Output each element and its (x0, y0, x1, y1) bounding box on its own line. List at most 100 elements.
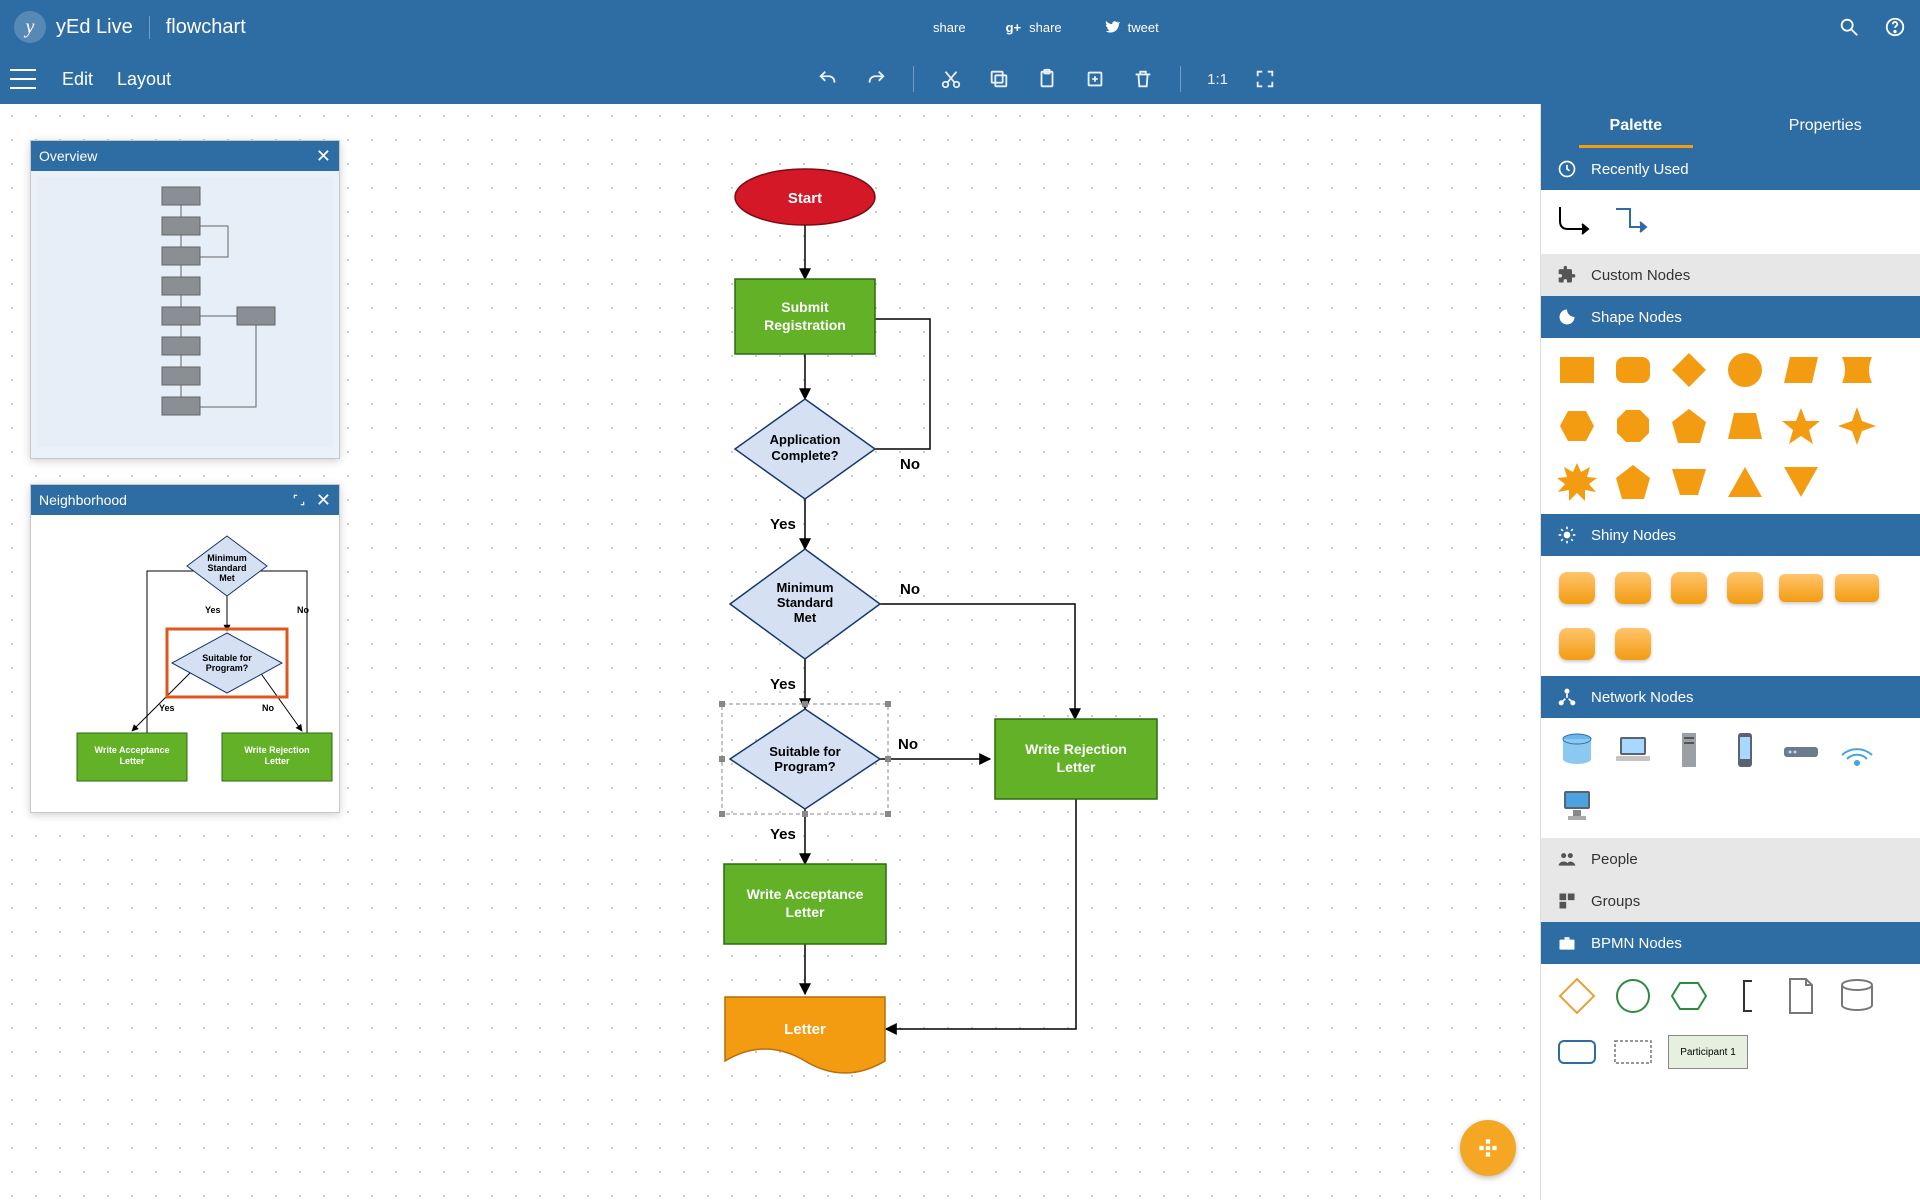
bpmn-participant[interactable]: Participant 1 (1667, 1030, 1749, 1074)
bpmn-task[interactable] (1555, 1030, 1599, 1074)
shape-pentagon[interactable] (1667, 404, 1711, 448)
help-icon[interactable] (1884, 16, 1906, 38)
delete-button[interactable] (1126, 62, 1160, 96)
shape-rect[interactable] (1555, 348, 1599, 392)
shape-hexagon[interactable] (1555, 404, 1599, 448)
section-shape-label: Shape Nodes (1591, 309, 1682, 326)
recent-edge-ortho[interactable] (1611, 200, 1655, 244)
network-laptop[interactable] (1611, 728, 1655, 772)
groups-icon (1557, 891, 1577, 911)
network-pc[interactable] (1555, 784, 1599, 828)
moon-icon (1557, 307, 1577, 327)
section-recent[interactable]: Recently Used (1541, 148, 1920, 190)
tab-properties[interactable]: Properties (1731, 104, 1920, 148)
section-people-label: People (1591, 851, 1638, 868)
puzzle-icon (1557, 265, 1577, 285)
shiny-8[interactable] (1611, 622, 1655, 666)
shape-triangle-down[interactable] (1779, 460, 1823, 504)
section-groups-label: Groups (1591, 893, 1640, 910)
sun-icon (1557, 525, 1577, 545)
section-shiny[interactable]: Shiny Nodes (1541, 514, 1920, 556)
menu-edit[interactable]: Edit (50, 69, 105, 90)
section-recent-label: Recently Used (1591, 161, 1689, 178)
shiny-7[interactable] (1555, 622, 1599, 666)
tab-palette[interactable]: Palette (1541, 104, 1731, 148)
app-brand: yEd Live (56, 16, 150, 39)
bpmn-circle[interactable] (1611, 974, 1655, 1018)
shape-octagon[interactable] (1611, 404, 1655, 448)
shiny-5[interactable] (1779, 566, 1823, 610)
share-googleplus-label: share (1029, 20, 1062, 35)
document-title[interactable]: flowchart (150, 16, 246, 39)
share-facebook-label: share (933, 20, 966, 35)
network-router[interactable] (1779, 728, 1823, 772)
shape-roundrect[interactable] (1611, 348, 1655, 392)
network-server[interactable] (1667, 728, 1711, 772)
shape-star4[interactable] (1835, 404, 1879, 448)
duplicate-button[interactable] (1078, 62, 1112, 96)
fab-button[interactable] (1460, 1120, 1516, 1176)
menu-layout[interactable]: Layout (105, 69, 183, 90)
shiny-1[interactable] (1555, 566, 1599, 610)
shape-trapezoid[interactable] (1723, 404, 1767, 448)
copy-button[interactable] (982, 62, 1016, 96)
bpmn-hex[interactable] (1667, 974, 1711, 1018)
bpmn-dashed[interactable] (1611, 1030, 1655, 1074)
shiny-3[interactable] (1667, 566, 1711, 610)
section-custom-label: Custom Nodes (1591, 267, 1690, 284)
section-custom[interactable]: Custom Nodes (1541, 254, 1920, 296)
people-icon (1557, 849, 1577, 869)
shape-parallelogram[interactable] (1779, 348, 1823, 392)
shape-diamond[interactable] (1667, 348, 1711, 392)
section-shape[interactable]: Shape Nodes (1541, 296, 1920, 338)
shape-concave[interactable] (1835, 348, 1879, 392)
side-panel: Palette Properties Recently Used Custom … (1540, 104, 1920, 1200)
cut-button[interactable] (934, 62, 968, 96)
section-network[interactable]: Network Nodes (1541, 676, 1920, 718)
canvas[interactable]: Overview ✕ (0, 104, 1540, 1200)
share-googleplus[interactable]: g+ share (1006, 20, 1062, 35)
shiny-6[interactable] (1835, 566, 1879, 610)
shape-pentagon2[interactable] (1611, 460, 1655, 504)
bpmn-bracket[interactable] (1723, 974, 1767, 1018)
zoom-reset-button[interactable]: 1:1 (1201, 62, 1234, 96)
paste-button[interactable] (1030, 62, 1064, 96)
toolbar: 1:1 (183, 62, 1910, 96)
share-twitter-label: tweet (1128, 20, 1159, 35)
shape-burst[interactable] (1555, 460, 1599, 504)
shape-circle[interactable] (1723, 348, 1767, 392)
redo-button[interactable] (859, 62, 893, 96)
search-icon[interactable] (1838, 16, 1860, 38)
svg-text:Yes: Yes (770, 826, 796, 843)
undo-button[interactable] (811, 62, 845, 96)
bpmn-diamond[interactable] (1555, 974, 1599, 1018)
network-phone[interactable] (1723, 728, 1767, 772)
section-bpmn-label: BPMN Nodes (1591, 935, 1682, 952)
network-wifi[interactable] (1835, 728, 1879, 772)
section-bpmn[interactable]: BPMN Nodes (1541, 922, 1920, 964)
bpmn-datastore[interactable] (1835, 974, 1879, 1018)
shiny-4[interactable] (1723, 566, 1767, 610)
shiny-2[interactable] (1611, 566, 1655, 610)
googleplus-icon: g+ (1006, 20, 1022, 35)
shape-trapezoid2[interactable] (1667, 460, 1711, 504)
section-people[interactable]: People (1541, 838, 1920, 880)
network-icon (1557, 687, 1577, 707)
history-icon (1557, 159, 1577, 179)
menu-bar: Edit Layout 1:1 (0, 54, 1920, 104)
svg-text:No: No (900, 456, 920, 473)
network-db[interactable] (1555, 728, 1599, 772)
recent-edge-curve[interactable] (1555, 200, 1599, 244)
share-twitter[interactable]: tweet (1102, 18, 1159, 36)
fullscreen-button[interactable] (1248, 62, 1282, 96)
section-network-label: Network Nodes (1591, 689, 1694, 706)
shape-triangle[interactable] (1723, 460, 1767, 504)
hamburger-menu-icon[interactable] (10, 66, 36, 92)
share-facebook[interactable]: share (925, 20, 966, 35)
svg-text:Yes: Yes (770, 516, 796, 533)
svg-text:Letter: Letter (784, 1021, 826, 1038)
svg-text:Yes: Yes (770, 676, 796, 693)
shape-star5[interactable] (1779, 404, 1823, 448)
bpmn-doc[interactable] (1779, 974, 1823, 1018)
section-groups[interactable]: Groups (1541, 880, 1920, 922)
